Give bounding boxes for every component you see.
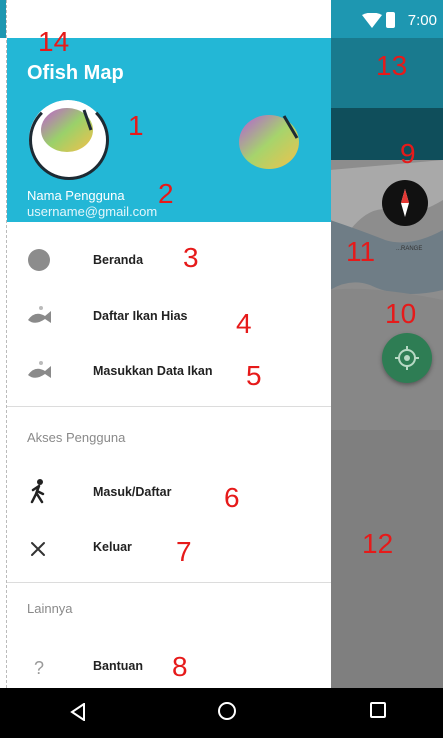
avatar-ring — [29, 100, 109, 180]
menu-item-daftar-ikan-hias[interactable]: Daftar Ikan Hias — [7, 290, 331, 338]
map-place-label: ...RANGE — [396, 246, 422, 252]
menu-item-keluar[interactable]: Keluar — [7, 523, 331, 571]
menu-item-masukkan-data-ikan[interactable]: Masukkan Data Ikan — [7, 345, 331, 393]
fish-icon — [28, 361, 51, 378]
fish-icon — [28, 306, 51, 323]
battery-icon — [386, 12, 395, 28]
recent-apps-icon[interactable] — [370, 702, 386, 718]
annotation-13: 13 — [376, 50, 408, 81]
annotation-14: 14 — [38, 26, 70, 57]
annotation-8: 8 — [172, 651, 188, 682]
svg-text:?: ? — [34, 658, 44, 678]
divider — [7, 582, 331, 583]
annotation-3: 3 — [183, 242, 199, 273]
close-icon — [31, 542, 45, 556]
compass-button[interactable] — [382, 180, 428, 226]
menu-item-masuk-daftar[interactable]: Masuk/Daftar — [7, 466, 331, 514]
question-icon: ? — [34, 658, 44, 678]
annotation-5: 5 — [246, 360, 262, 391]
map-view[interactable]: ...RANGE — [330, 38, 443, 688]
annotation-12: 12 — [362, 528, 394, 559]
header-logo-image — [239, 115, 299, 169]
menu-item-beranda[interactable]: Beranda — [7, 236, 331, 284]
menu-item-label: Keluar — [93, 540, 132, 554]
menu-item-label: Masukkan Data Ikan — [93, 364, 213, 378]
annotation-7: 7 — [176, 536, 192, 567]
menu-item-label: Daftar Ikan Hias — [93, 309, 188, 323]
app-title: Ofish Map — [27, 62, 124, 84]
compass-icon — [401, 189, 409, 217]
section-title-lainnya: Lainnya — [27, 601, 73, 616]
map-toolbar — [330, 108, 443, 160]
my-location-button[interactable] — [382, 333, 432, 383]
menu-item-label: Bantuan — [93, 659, 143, 673]
annotation-1: 1 — [128, 110, 144, 141]
crosshair-icon — [395, 346, 419, 370]
menu-item-label: Masuk/Daftar — [93, 485, 172, 499]
wifi-icon — [362, 13, 382, 28]
section-title-akses-pengguna: Akses Pengguna — [27, 430, 126, 445]
annotation-4: 4 — [236, 308, 252, 339]
navigation-drawer: Nama Pengguna username@gmail.com Ofish M… — [6, 0, 331, 688]
walking-person-icon — [30, 479, 45, 504]
annotation-2: 2 — [158, 178, 174, 209]
user-name: Nama Pengguna — [27, 188, 125, 203]
home-icon[interactable] — [218, 702, 236, 720]
menu-item-label: Beranda — [93, 253, 144, 267]
annotation-9: 9 — [400, 138, 416, 169]
menu-item-bantuan[interactable]: ? Bantuan — [7, 640, 331, 688]
annotation-10: 10 — [385, 298, 417, 329]
circle-icon — [28, 249, 50, 271]
back-icon[interactable] — [70, 703, 86, 721]
divider — [7, 406, 331, 407]
annotation-11: 11 — [346, 236, 376, 267]
annotation-6: 6 — [224, 482, 240, 513]
system-nav-bar — [0, 688, 443, 738]
user-email: username@gmail.com — [27, 204, 158, 219]
status-time: 7:00 — [407, 12, 437, 29]
